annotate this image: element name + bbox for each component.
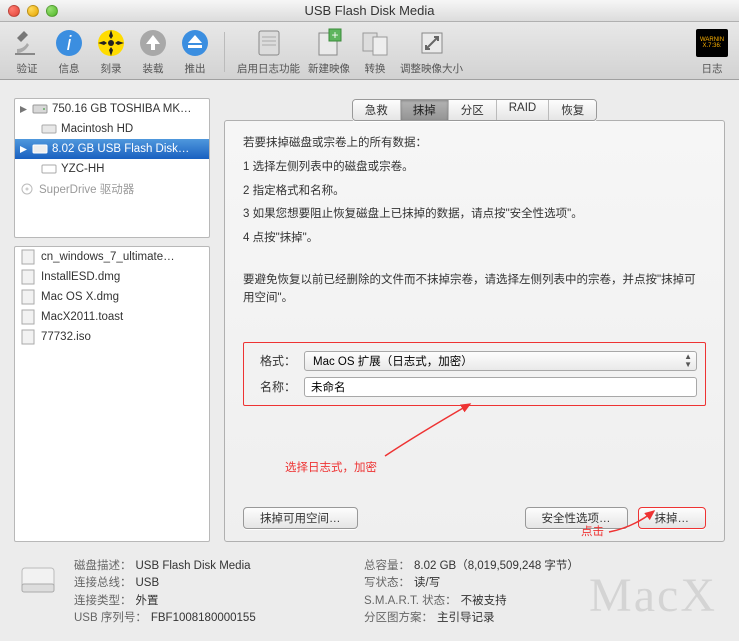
svg-text:+: + xyxy=(331,28,338,42)
annotation-arrow-icon xyxy=(375,396,485,466)
mount-icon xyxy=(137,27,169,59)
file-row[interactable]: cn_windows_7_ultimate… xyxy=(15,247,209,267)
main-area: 750.16 GB TOSHIBA MK… Macintosh HD 8.02 … xyxy=(0,80,739,548)
usb-disk-icon xyxy=(32,142,48,156)
tab-raid[interactable]: RAID xyxy=(497,100,549,120)
convert-icon xyxy=(359,27,391,59)
info-button[interactable]: i 信息 xyxy=(52,27,86,76)
dmg-icon xyxy=(21,269,35,285)
resize-icon xyxy=(416,27,448,59)
instructions: 若要抹掉磁盘或宗卷上的所有数据： 1 选择左侧列表中的磁盘或宗卷。 2 指定格式… xyxy=(243,135,706,314)
convert-button[interactable]: 转换 xyxy=(358,27,392,76)
name-label: 名称： xyxy=(252,378,296,395)
format-label: 格式： xyxy=(252,352,296,369)
security-options-button[interactable]: 安全性选项… xyxy=(525,507,628,529)
eject-icon xyxy=(179,27,211,59)
tab-bar: 急救 抹掉 分区 RAID 恢复 xyxy=(224,99,725,121)
disk-row[interactable]: 750.16 GB TOSHIBA MK… xyxy=(15,99,209,119)
file-row[interactable]: Mac OS X.dmg xyxy=(15,287,209,307)
burn-button[interactable]: 刻录 xyxy=(94,27,128,76)
burn-icon xyxy=(95,27,127,59)
file-row[interactable]: MacX2011.toast xyxy=(15,307,209,327)
log-button[interactable]: WARNINX.7:36: 日志 xyxy=(695,27,729,76)
tab-erase[interactable]: 抹掉 xyxy=(401,100,449,120)
file-row[interactable]: InstallESD.dmg xyxy=(15,267,209,287)
erase-button[interactable]: 抹掉… xyxy=(638,507,707,529)
chevron-updown-icon: ▲▼ xyxy=(684,353,692,369)
new-image-icon: + xyxy=(313,27,345,59)
name-input[interactable] xyxy=(304,377,697,397)
new-image-button[interactable]: + 新建映像 xyxy=(308,27,350,76)
iso-icon xyxy=(21,329,35,345)
disk-tree[interactable]: 750.16 GB TOSHIBA MK… Macintosh HD 8.02 … xyxy=(14,98,210,238)
button-row: 抹掉可用空间… 安全性选项… 抹掉… xyxy=(243,467,706,529)
titlebar: USB Flash Disk Media xyxy=(0,0,739,22)
journal-icon xyxy=(253,27,285,59)
traffic-lights xyxy=(8,5,58,17)
toolbar: 验证 i 信息 刻录 装载 推出 启用日志功能 + 新建映像 转换 xyxy=(0,22,739,80)
tab-first-aid[interactable]: 急救 xyxy=(353,100,401,120)
eject-button[interactable]: 推出 xyxy=(178,27,212,76)
svg-text:i: i xyxy=(67,33,72,55)
verify-button[interactable]: 验证 xyxy=(10,27,44,76)
volume-row[interactable]: YZC-HH xyxy=(15,159,209,179)
enable-journal-button[interactable]: 启用日志功能 xyxy=(237,27,300,76)
info-icon: i xyxy=(53,27,85,59)
disk-row-selected[interactable]: 8.02 GB USB Flash Disk… xyxy=(15,139,209,159)
tab-partition[interactable]: 分区 xyxy=(449,100,497,120)
log-badge-icon: WARNINX.7:36: xyxy=(696,27,728,59)
sidebar: 750.16 GB TOSHIBA MK… Macintosh HD 8.02 … xyxy=(14,98,210,542)
window: USB Flash Disk Media 验证 i 信息 刻录 装载 推出 启用… xyxy=(0,0,739,641)
dmg-icon xyxy=(21,249,35,265)
footer: 磁盘描述：USB Flash Disk Media 连接总线：USB 连接类型：… xyxy=(0,548,739,641)
optical-row[interactable]: SuperDrive 驱动器 xyxy=(15,179,209,199)
resize-image-button[interactable]: 调整映像大小 xyxy=(400,27,463,76)
mount-button[interactable]: 装载 xyxy=(136,27,170,76)
minimize-icon[interactable] xyxy=(27,5,39,17)
optical-icon xyxy=(19,182,35,196)
separator xyxy=(224,32,225,72)
format-select[interactable]: Mac OS 扩展（日志式，加密） ▲▼ xyxy=(304,351,697,371)
file-row[interactable]: 77732.iso xyxy=(15,327,209,347)
format-form-highlight: 格式： Mac OS 扩展（日志式，加密） ▲▼ 名称： xyxy=(243,342,706,406)
content-area: 急救 抹掉 分区 RAID 恢复 若要抹掉磁盘或宗卷上的所有数据： 1 选择左侧… xyxy=(224,98,725,542)
volume-icon xyxy=(41,162,57,176)
hdd-icon xyxy=(32,102,48,116)
image-file-list[interactable]: cn_windows_7_ultimate… InstallESD.dmg Ma… xyxy=(14,246,210,542)
tab-restore[interactable]: 恢复 xyxy=(549,100,596,120)
dmg-icon xyxy=(21,289,35,305)
erase-free-space-button[interactable]: 抹掉可用空间… xyxy=(243,507,358,529)
microscope-icon xyxy=(11,27,43,59)
close-icon[interactable] xyxy=(8,5,20,17)
toast-icon xyxy=(21,309,35,325)
erase-panel: 若要抹掉磁盘或宗卷上的所有数据： 1 选择左侧列表中的磁盘或宗卷。 2 指定格式… xyxy=(224,120,725,542)
volume-row[interactable]: Macintosh HD xyxy=(15,119,209,139)
hdd-icon xyxy=(41,122,57,136)
window-title: USB Flash Disk Media xyxy=(0,3,739,18)
zoom-icon[interactable] xyxy=(46,5,58,17)
external-disk-icon xyxy=(16,558,60,602)
